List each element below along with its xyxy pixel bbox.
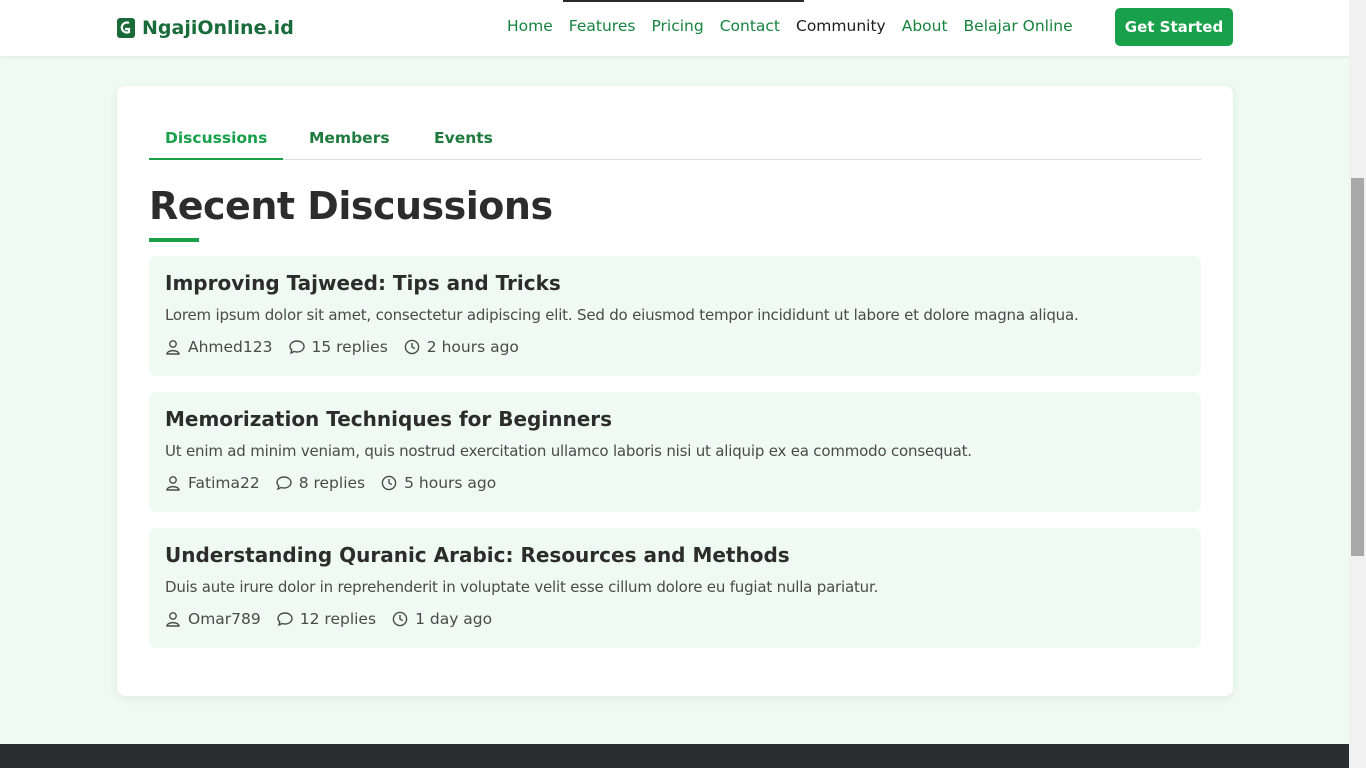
discussion-item[interactable]: Improving Tajweed: Tips and Tricks Lorem…: [149, 256, 1201, 376]
discussion-meta: Ahmed123 15 replies 2 hours ago: [165, 338, 519, 356]
reply-count: 15 replies: [311, 338, 388, 356]
brand-logo[interactable]: NgajiOnline.id: [116, 15, 294, 41]
get-started-button[interactable]: Get Started: [1115, 8, 1233, 46]
tab-members[interactable]: Members: [293, 115, 406, 160]
tab-discussions[interactable]: Discussions: [149, 115, 284, 160]
reply-count: 12 replies: [299, 610, 377, 628]
quran-book-icon: [117, 18, 135, 38]
title-underline: [149, 238, 199, 242]
comment-icon: [288, 340, 305, 355]
discussion-excerpt: Lorem ipsum dolor sit amet, consectetur …: [165, 306, 1079, 324]
brand-name: NgajiOnline.id: [142, 17, 294, 39]
discussion-replies: 8 replies: [276, 474, 365, 492]
nav-link-contact[interactable]: Contact: [720, 17, 780, 35]
nav-link-home[interactable]: Home: [507, 17, 553, 35]
scrollbar-thumb[interactable]: [1351, 178, 1364, 556]
discussion-time: 2 hours ago: [404, 338, 519, 356]
author-name[interactable]: Ahmed123: [188, 338, 273, 356]
author-name[interactable]: Fatima22: [188, 474, 260, 492]
community-card: Discussions Members Events Recent Discus…: [117, 86, 1233, 696]
post-time: 2 hours ago: [426, 338, 519, 356]
author-name[interactable]: Omar789: [188, 610, 261, 628]
nav-link-about[interactable]: About: [902, 17, 948, 35]
discussion-title[interactable]: Memorization Techniques for Beginners: [165, 407, 612, 431]
discussion-excerpt: Duis aute irure dolor in reprehenderit i…: [165, 578, 879, 596]
discussion-time: 1 day ago: [392, 610, 492, 628]
user-icon: [166, 340, 180, 355]
clock-icon: [392, 611, 408, 627]
discussion-replies: 12 replies: [277, 610, 376, 628]
discussion-meta: Omar789 12 replies 1 day ago: [165, 610, 492, 628]
discussion-title[interactable]: Understanding Quranic Arabic: Resources …: [165, 543, 790, 567]
active-indicator-line: [563, 0, 804, 2]
comment-icon: [276, 476, 292, 491]
discussion-meta: Fatima22 8 replies 5 hours ago: [165, 474, 496, 492]
discussion-time: 5 hours ago: [381, 474, 496, 492]
discussion-author: Omar789: [165, 610, 261, 628]
clock-icon: [404, 339, 420, 355]
post-time: 5 hours ago: [404, 474, 497, 492]
reply-count: 8 replies: [298, 474, 366, 492]
discussion-title[interactable]: Improving Tajweed: Tips and Tricks: [165, 271, 561, 295]
user-icon: [166, 612, 180, 627]
main-nav: Home Features Pricing Contact Community …: [507, 17, 1073, 35]
tab-events[interactable]: Events: [418, 115, 509, 160]
section-title: Recent Discussions: [149, 184, 553, 228]
clock-icon: [381, 475, 397, 491]
community-tabs: Discussions Members Events: [149, 115, 1201, 160]
discussion-replies: 15 replies: [288, 338, 388, 356]
discussion-excerpt: Ut enim ad minim veniam, quis nostrud ex…: [165, 442, 972, 460]
nav-link-community[interactable]: Community: [796, 17, 886, 35]
discussion-item[interactable]: Understanding Quranic Arabic: Resources …: [149, 528, 1201, 648]
post-time: 1 day ago: [415, 610, 493, 628]
nav-link-belajar-online[interactable]: Belajar Online: [964, 17, 1073, 35]
comment-icon: [277, 612, 293, 627]
discussion-author: Ahmed123: [165, 338, 273, 356]
discussion-item[interactable]: Memorization Techniques for Beginners Ut…: [149, 392, 1201, 512]
user-icon: [166, 476, 180, 491]
page-scrollbar[interactable]: [1349, 0, 1366, 768]
discussion-author: Fatima22: [165, 474, 260, 492]
page-footer: [0, 744, 1349, 768]
nav-link-pricing[interactable]: Pricing: [651, 17, 703, 35]
nav-link-features[interactable]: Features: [569, 17, 636, 35]
top-navbar: NgajiOnline.id Home Features Pricing Con…: [0, 0, 1349, 56]
